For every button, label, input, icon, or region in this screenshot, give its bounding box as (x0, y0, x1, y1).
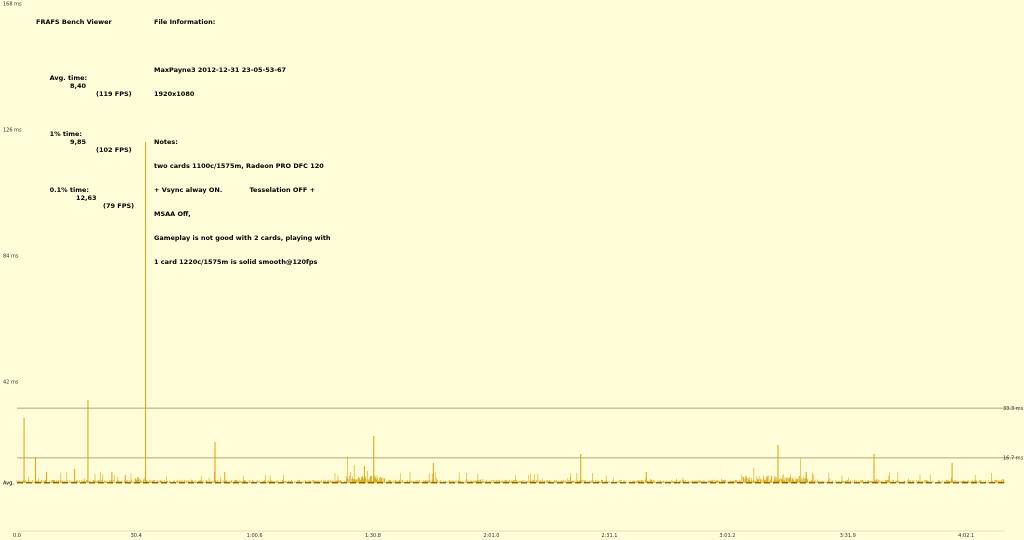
avg-fps-value: (119 FPS) (96, 90, 132, 98)
reference-line-label: 16.7 ms (1003, 456, 1024, 462)
avg-time-row: Avg. time: 8,40 (119 FPS) (36, 66, 132, 106)
file-resolution: 1920x1080 (154, 90, 195, 98)
average-line-label: Avg. (3, 481, 14, 487)
x-axis-tick-labels: 0.0 30.4 1:00.6 1:30.8 2:01.0 2:31.1 3:01.2 3:3… (13, 530, 1005, 539)
notes-line: Gameplay is not good with 2 cards, playi… (154, 234, 331, 242)
x-tick-label: 2:01.0 (483, 533, 499, 539)
y-tick-label: 42 ms (3, 380, 19, 386)
p1-time-row: 1% time: 9,85 (102 FPS) (36, 122, 132, 162)
x-tick-label: 30.4 (131, 533, 142, 539)
y-axis-tick-labels: 168 ms 126 ms 84 ms 42 ms Avg. (3, 2, 22, 487)
p1-time-label: 1% time: (49, 130, 82, 138)
file-info-heading: File Information: (154, 18, 216, 26)
frametime-noise (16, 456, 1005, 483)
notes-line: two cards 1100c/1575m, Radeon PRO DFC 12… (154, 162, 324, 170)
x-tick-label: 1:30.8 (365, 533, 381, 539)
y-tick-label: 126 ms (3, 128, 22, 134)
x-tick-label: 1:00.6 (247, 533, 263, 539)
file-name: MaxPayne3 2012-12-31 23-05-53-67 (154, 66, 286, 74)
reference-lines: 33.3 ms 16.7 ms (17, 406, 1024, 462)
x-tick-label: 3:31.9 (840, 533, 856, 539)
notes-line: MSAA Off, (154, 210, 191, 218)
p01-time-label: 0.1% time: (49, 186, 89, 194)
p01-time-value: 12,63 (76, 194, 97, 202)
notes-heading: Notes: (154, 138, 178, 146)
file-info-panel: File Information: MaxPayne3 2012-12-31 2… (154, 2, 331, 282)
p01-fps-value: (79 FPS) (103, 202, 135, 210)
frafs-bench-viewer-window: 168 ms 126 ms 84 ms 42 ms Avg. 33.3 ms 16.7 m… (0, 0, 1024, 540)
x-tick-label: 3:01.2 (719, 533, 735, 539)
notes-line: + Vsync alway ON. Tesselation OFF + (154, 186, 316, 194)
notes-line: 1 card 1220c/1575m is solid smooth@120fp… (154, 258, 318, 266)
p01-time-row: 0.1% time: 12,63 (79 FPS) (36, 178, 135, 218)
p1-fps-value: (102 FPS) (96, 146, 132, 154)
x-tick-label: 2:31.1 (601, 533, 617, 539)
x-tick-label: 0.0 (13, 533, 21, 539)
y-tick-label: 168 ms (3, 2, 22, 8)
reference-line-label: 33.3 ms (1003, 406, 1024, 412)
p1-time-value: 9,85 (70, 138, 87, 146)
y-tick-label: 84 ms (3, 254, 19, 260)
avg-time-value: 8,40 (70, 82, 87, 90)
stats-panel: FRAFS Bench Viewer Avg. time: 8,40 (119 … (36, 2, 135, 234)
app-title: FRAFS Bench Viewer (36, 18, 112, 26)
avg-time-label: Avg. time: (49, 74, 88, 82)
x-tick-label: 4:02.1 (958, 533, 974, 539)
